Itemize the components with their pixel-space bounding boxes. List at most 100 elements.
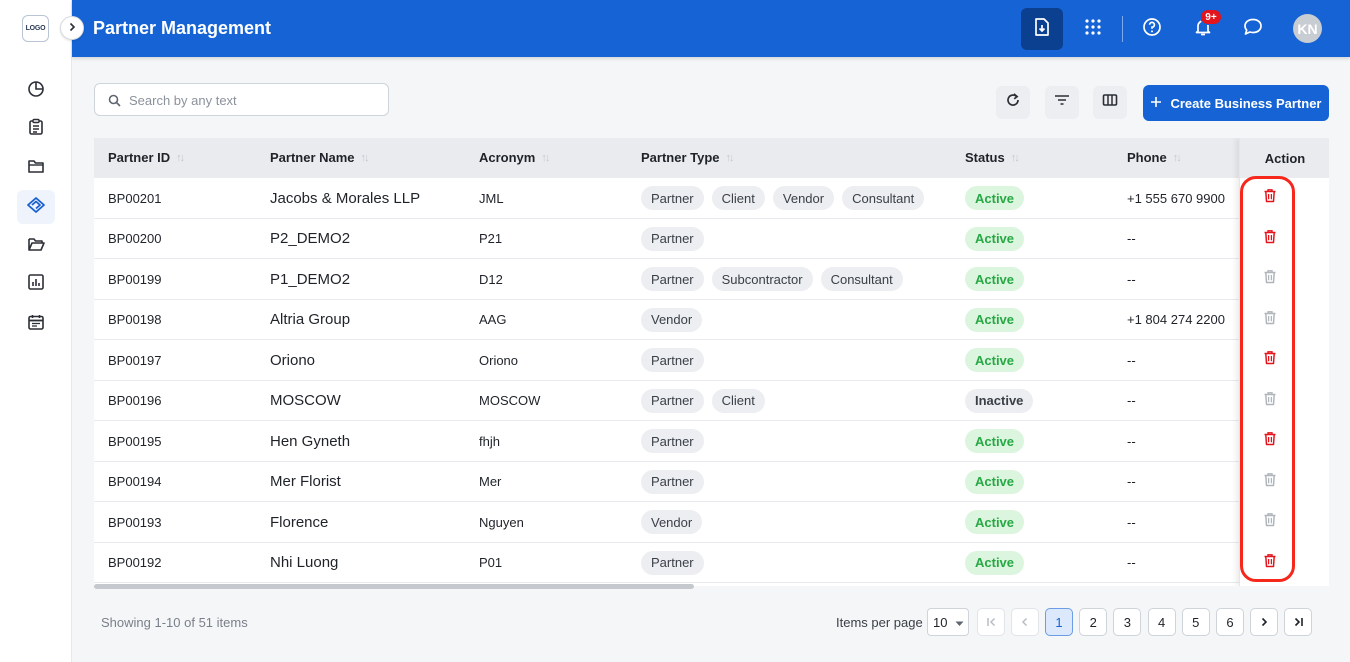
nav-tasks[interactable] (17, 112, 55, 146)
create-business-partner-button[interactable]: Create Business Partner (1143, 85, 1329, 121)
partner-name-cell[interactable]: P1_DEMO2 (270, 259, 350, 299)
partner-type-chip: Partner (641, 550, 704, 575)
partner-name-cell[interactable]: Altria Group (270, 300, 350, 340)
status-cell: Active (965, 300, 1025, 340)
column-header-phone[interactable]: Phone ↑↓ (1127, 150, 1182, 165)
delete-button[interactable] (1260, 431, 1280, 451)
delete-button[interactable] (1260, 188, 1280, 208)
page-button[interactable]: 6 (1216, 608, 1244, 636)
table-row: BP00193 Florence Nguyen Vendor Active -- (94, 502, 1329, 543)
columns-button[interactable] (1093, 86, 1127, 119)
column-header-partner-name[interactable]: Partner Name ↑↓ (270, 150, 370, 165)
partner-type-chip: Partner (641, 429, 704, 453)
delete-button[interactable] (1260, 512, 1280, 532)
partner-name-cell[interactable]: Jacobs & Morales LLP (270, 178, 420, 218)
partner-name-cell[interactable]: P2_DEMO2 (270, 219, 350, 259)
delete-button[interactable] (1260, 472, 1280, 492)
expand-sidebar-button[interactable] (60, 16, 84, 40)
search-input[interactable] (129, 90, 379, 110)
phone-cell: -- (1127, 474, 1136, 489)
first-page-button[interactable] (977, 608, 1005, 636)
page-button[interactable]: 4 (1147, 608, 1176, 636)
nav-reports[interactable] (17, 267, 55, 301)
pie-chart-icon (27, 80, 45, 103)
delete-button[interactable] (1260, 350, 1280, 370)
page-button[interactable]: 3 (1113, 608, 1142, 636)
partner-type-chip: Partner (641, 348, 704, 372)
delete-button[interactable] (1260, 553, 1280, 573)
partner-name-cell[interactable]: Nhi Luong (270, 543, 338, 583)
delete-button[interactable] (1260, 229, 1280, 249)
items-per-page-select[interactable]: 10 (927, 608, 969, 636)
user-avatar[interactable]: KN (1293, 14, 1322, 43)
partner-name-cell[interactable]: Mer Florist (270, 462, 341, 502)
partner-name-cell[interactable]: Florence (270, 502, 328, 542)
last-page-button[interactable] (1284, 608, 1312, 636)
column-header-acronym[interactable]: Acronym ↑↓ (479, 150, 550, 165)
status-cell: Active (965, 502, 1025, 542)
sort-icon: ↑↓ (541, 151, 550, 164)
nav-documents[interactable] (17, 229, 55, 263)
partner-type-chip: Partner (641, 388, 704, 413)
partner-type-cell: Partner Subcontractor Consultant (641, 259, 911, 299)
acronym-cell: P01 (479, 555, 503, 570)
partner-type-chip: Client (711, 186, 765, 210)
phone-cell: +1 804 274 2200 (1127, 312, 1225, 327)
page-button[interactable]: 1 (1045, 608, 1073, 636)
phone-cell: -- (1127, 393, 1136, 408)
create-button-label: Create Business Partner (1170, 95, 1322, 111)
acronym-cell: D12 (479, 271, 503, 287)
partner-name-cell[interactable]: Hen Gyneth (270, 421, 350, 461)
status-badge: Active (965, 226, 1025, 251)
nav-dashboard[interactable] (17, 74, 55, 108)
apps-button[interactable] (1072, 8, 1114, 50)
partner-type-chip: Vendor (641, 510, 703, 534)
horizontal-scrollbar[interactable] (94, 584, 694, 589)
table-row: BP00201 Jacobs & Morales LLP JML Partner Cli… (94, 178, 1329, 219)
nav-calendar[interactable] (17, 307, 55, 341)
acronym-cell: fhjh (479, 433, 500, 449)
acronym-cell: P21 (479, 231, 503, 246)
partner-type-chip: Consultant (842, 186, 925, 210)
table-row: BP00200 P2_DEMO2 P21 Partner Active -- (94, 218, 1329, 259)
chevron-right-icon (1259, 615, 1269, 630)
next-page-button[interactable] (1250, 608, 1278, 636)
refresh-icon (1005, 92, 1021, 113)
nav-partners[interactable] (17, 190, 55, 224)
partner-id-cell: BP00195 (108, 433, 162, 449)
nav-projects[interactable] (17, 151, 55, 185)
refresh-button[interactable] (996, 86, 1030, 119)
logo: LOGO (22, 15, 49, 42)
partner-id-cell: BP00196 (108, 393, 162, 408)
status-cell: Active (965, 421, 1025, 461)
delete-button[interactable] (1260, 391, 1280, 411)
phone-cell: -- (1127, 514, 1136, 530)
column-header-status[interactable]: Status ↑↓ (965, 150, 1020, 165)
partner-name-cell[interactable]: MOSCOW (270, 381, 341, 421)
delete-button[interactable] (1260, 269, 1280, 289)
page-button[interactable]: 5 (1181, 608, 1210, 636)
status-badge: Active (965, 429, 1025, 453)
column-header-partner-type[interactable]: Partner Type ↑↓ (641, 150, 735, 165)
status-cell: Active (965, 340, 1025, 380)
import-button[interactable] (1021, 8, 1063, 50)
partner-type-cell: Partner Client (641, 381, 773, 421)
chat-button[interactable] (1232, 8, 1274, 50)
previous-page-button[interactable] (1011, 608, 1039, 636)
plus-icon (1150, 96, 1162, 111)
delete-button[interactable] (1260, 310, 1280, 330)
partner-name-cell[interactable]: Oriono (270, 340, 315, 380)
help-button[interactable] (1131, 8, 1173, 50)
trash-icon (1263, 431, 1277, 451)
sort-icon: ↑↓ (1010, 151, 1020, 164)
filter-button[interactable] (1045, 86, 1079, 119)
action-column: Action (1239, 138, 1329, 586)
column-header-partner-id[interactable]: Partner ID ↑↓ (108, 150, 185, 165)
acronym-cell: Oriono (479, 352, 519, 368)
page-button[interactable]: 2 (1079, 608, 1108, 636)
phone-cell: -- (1127, 433, 1136, 449)
table-row: BP00195 Hen Gyneth fhjh Partner Active -- (94, 421, 1329, 462)
partner-type-cell: Partner (641, 219, 712, 259)
sort-icon: ↑↓ (360, 151, 370, 164)
status-badge: Inactive (965, 388, 1034, 413)
